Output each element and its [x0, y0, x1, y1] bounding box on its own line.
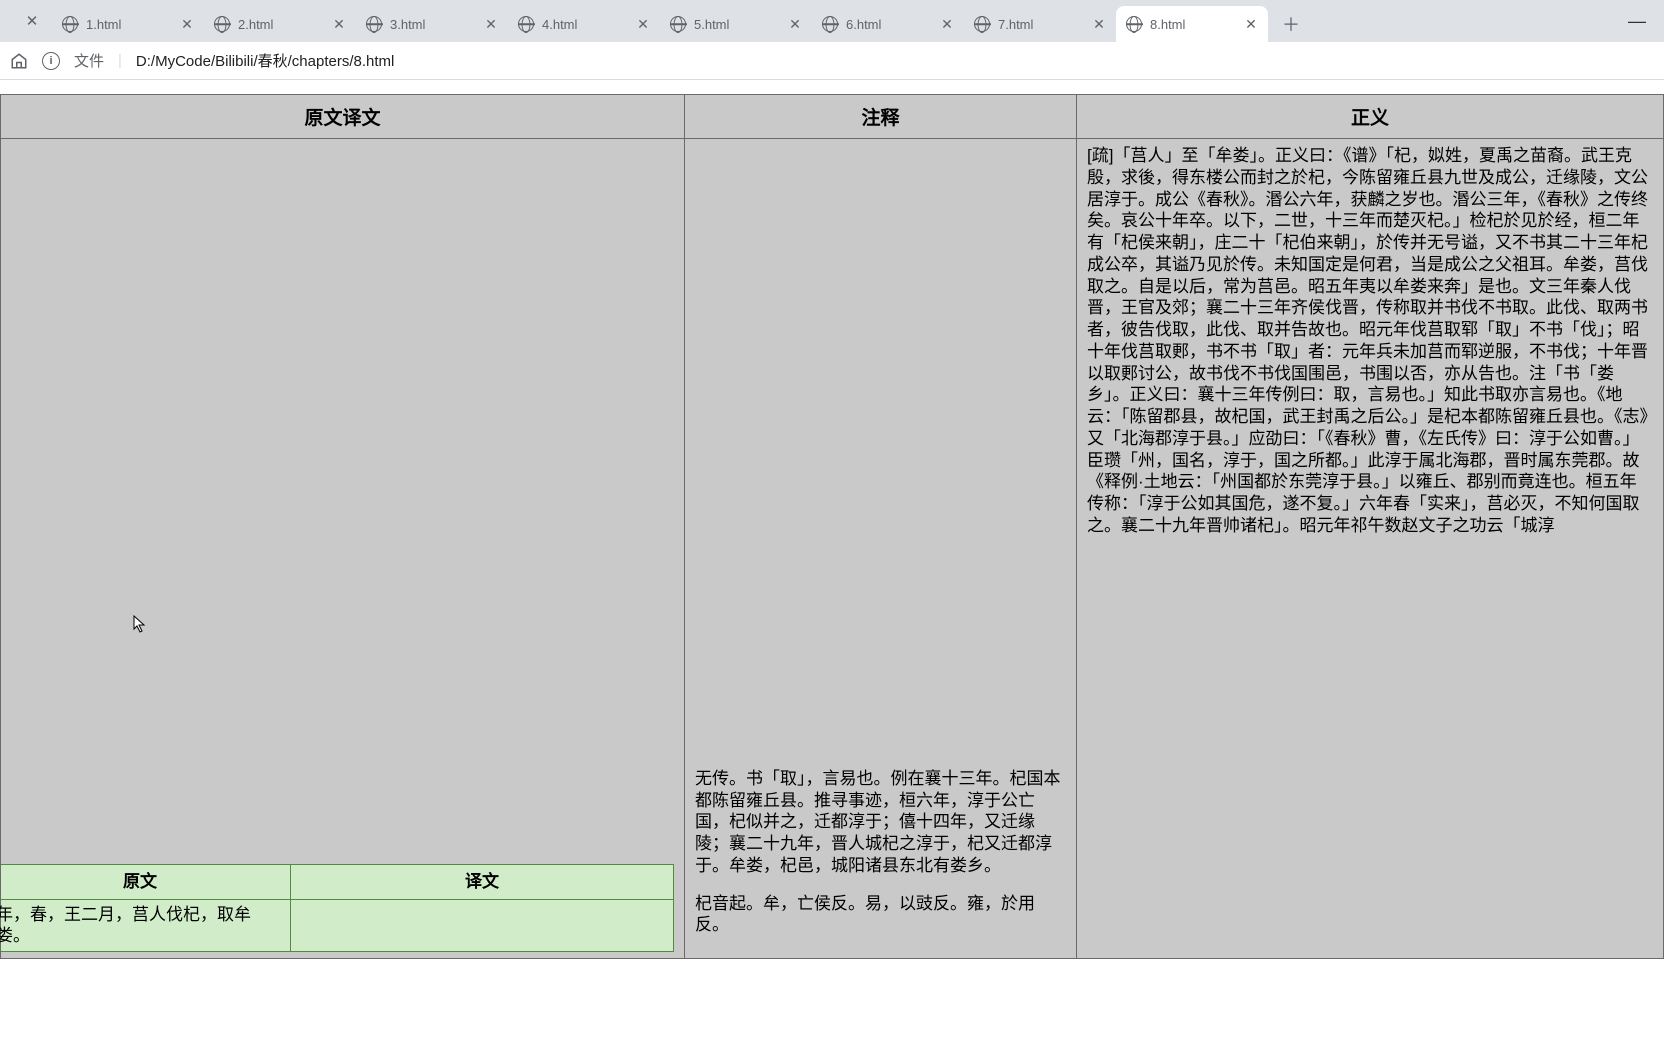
- new-tab-button[interactable]: ＋: [1276, 6, 1306, 42]
- tab-8-active[interactable]: 8.html ✕: [1116, 6, 1268, 42]
- tab-title: 7.html: [998, 17, 1084, 32]
- info-icon[interactable]: i: [42, 52, 60, 70]
- tab-title: 2.html: [238, 17, 324, 32]
- tab-title: 3.html: [390, 17, 476, 32]
- cell-zhengyi: [疏]「莒人」至「牟娄」。正义曰：《谱》「杞，姒姓，夏禹之苗裔。武王克殷，求後，…: [1077, 139, 1664, 959]
- annotation-paragraph-2: 杞音起。牟，亡侯反。易，以豉反。雍，於用反。: [695, 893, 1066, 937]
- globe-icon: [670, 16, 686, 32]
- home-icon[interactable]: [10, 52, 28, 70]
- close-tab-icon[interactable]: ✕: [332, 17, 346, 31]
- globe-icon: [366, 16, 382, 32]
- cell-annotation: 无传。书「取」，言易也。例在襄十三年。杞国本都陈留雍丘县。推寻事迹，桓六年，淳于…: [685, 139, 1077, 959]
- url-path[interactable]: D:/MyCode/Bilibili/春秋/chapters/8.html: [136, 50, 394, 71]
- close-tab-icon[interactable]: ✕: [940, 17, 954, 31]
- close-tab-icon[interactable]: ✕: [1244, 17, 1258, 31]
- cell-original-translation: 原文 译文 年，春，王二月，莒人伐杞，取牟娄。: [1, 139, 685, 959]
- browser-tab-bar: ✕ 1.html ✕ 2.html ✕ 3.html ✕ 4.html ✕ 5.…: [0, 0, 1664, 42]
- globe-icon: [822, 16, 838, 32]
- globe-icon: [974, 16, 990, 32]
- window-minimize-icon[interactable]: —: [1622, 0, 1652, 42]
- header-annotation: 注释: [685, 95, 1077, 139]
- yiwen-cell: [290, 899, 673, 952]
- tab-3[interactable]: 3.html ✕: [356, 6, 508, 42]
- close-tab-icon[interactable]: ✕: [1092, 17, 1106, 31]
- file-scheme-label: 文件: [74, 50, 104, 71]
- close-tab-icon[interactable]: ✕: [788, 17, 802, 31]
- subheader-yiwen: 译文: [290, 864, 673, 899]
- tab-1[interactable]: 1.html ✕: [52, 6, 204, 42]
- zhengyi-text: [疏]「莒人」至「牟娄」。正义曰：《谱》「杞，姒姓，夏禹之苗裔。武王克殷，求後，…: [1087, 145, 1653, 537]
- close-tab-icon[interactable]: ✕: [484, 17, 498, 31]
- tab-title: 8.html: [1150, 17, 1236, 32]
- page-content: 原文译文 注释 正义 原文 译文 年，春，王二月，莒人伐杞，取牟娄。: [0, 80, 1664, 1040]
- header-original-translation: 原文译文: [1, 95, 685, 139]
- globe-icon: [1126, 16, 1142, 32]
- yuanwen-cell: 年，春，王二月，莒人伐杞，取牟娄。: [0, 899, 290, 952]
- close-tab-icon[interactable]: ✕: [180, 17, 194, 31]
- globe-icon: [62, 16, 78, 32]
- original-translation-subtable: 原文 译文 年，春，王二月，莒人伐杞，取牟娄。: [0, 864, 674, 952]
- globe-icon: [214, 16, 230, 32]
- tab-4[interactable]: 4.html ✕: [508, 6, 660, 42]
- subheader-yuanwen: 原文: [0, 864, 290, 899]
- leading-close-button[interactable]: ✕: [12, 0, 52, 42]
- tab-title: 5.html: [694, 17, 780, 32]
- header-zhengyi: 正义: [1077, 95, 1664, 139]
- close-tab-icon[interactable]: ✕: [636, 17, 650, 31]
- tab-6[interactable]: 6.html ✕: [812, 6, 964, 42]
- address-bar: i 文件 | D:/MyCode/Bilibili/春秋/chapters/8.…: [0, 42, 1664, 80]
- tab-5[interactable]: 5.html ✕: [660, 6, 812, 42]
- main-layout-table: 原文译文 注释 正义 原文 译文 年，春，王二月，莒人伐杞，取牟娄。: [0, 94, 1664, 959]
- globe-icon: [518, 16, 534, 32]
- tab-title: 6.html: [846, 17, 932, 32]
- annotation-paragraph-1: 无传。书「取」，言易也。例在襄十三年。杞国本都陈留雍丘县。推寻事迹，桓六年，淳于…: [695, 768, 1066, 877]
- tab-2[interactable]: 2.html ✕: [204, 6, 356, 42]
- tab-7[interactable]: 7.html ✕: [964, 6, 1116, 42]
- tab-title: 4.html: [542, 17, 628, 32]
- tab-title: 1.html: [86, 17, 172, 32]
